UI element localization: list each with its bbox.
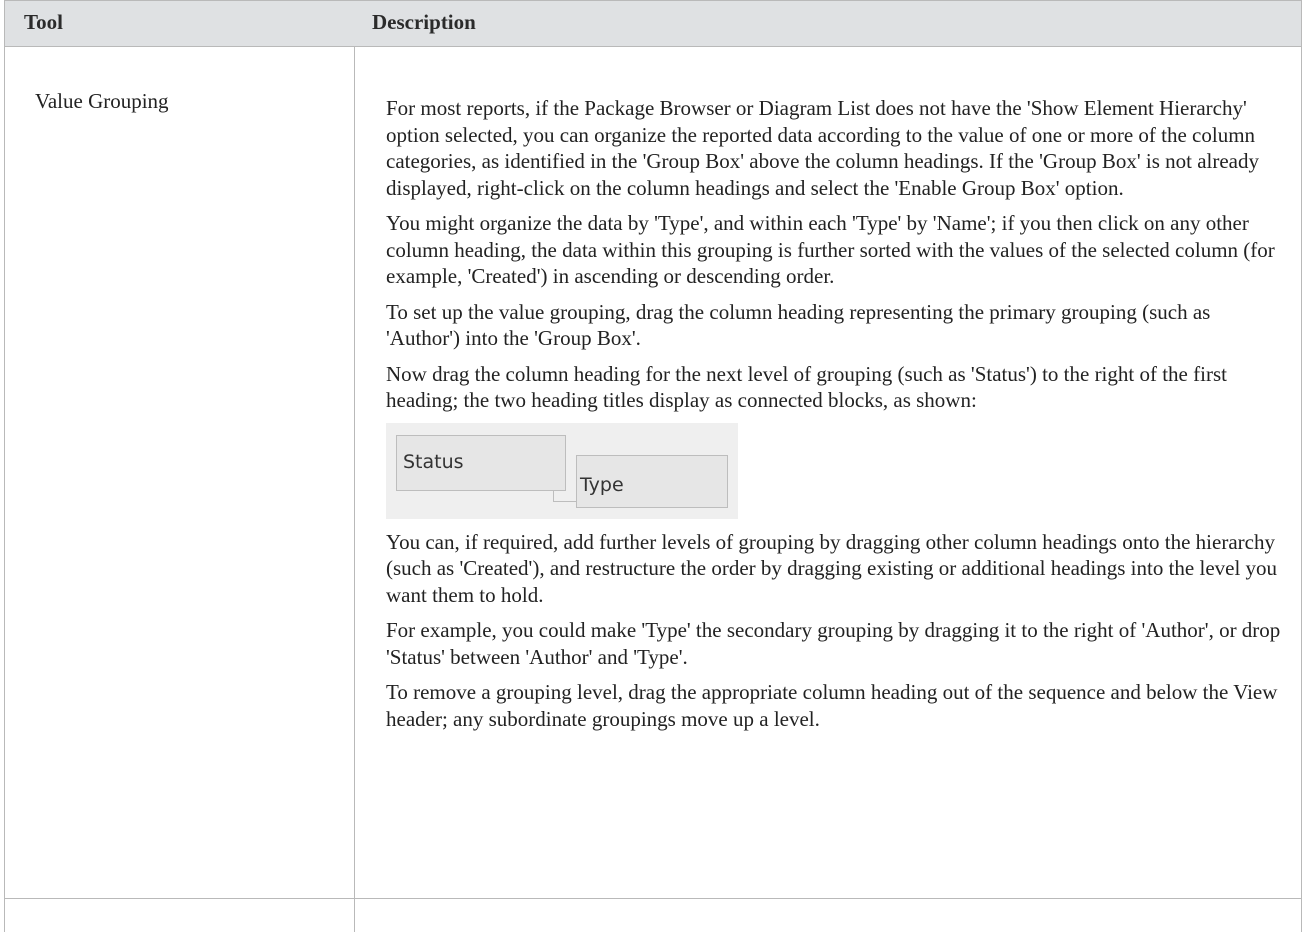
description-cell: For most reports, if the Package Browser… (386, 95, 1286, 741)
group-box-example-image: Status Type (386, 422, 738, 519)
table-header-row: Tool Description (5, 0, 1301, 47)
description-paragraph: For most reports, if the Package Browser… (386, 96, 1259, 200)
group-connector-line (553, 490, 577, 502)
description-paragraph: You might organize the data by 'Type', a… (386, 211, 1275, 288)
tool-name-value-grouping: Value Grouping (35, 89, 169, 113)
row-divider (5, 898, 1301, 899)
description-paragraph: To remove a grouping level, drag the app… (386, 680, 1278, 731)
group-block-type: Type (576, 454, 728, 508)
description-paragraph: Now drag the column heading for the next… (386, 361, 1227, 413)
tool-description-table: Tool Description Value Grouping For most… (4, 0, 1302, 932)
header-description: Description (372, 10, 476, 34)
group-block-status: Status (396, 434, 566, 491)
description-paragraph: For example, you could make 'Type' the s… (386, 618, 1281, 669)
description-paragraph: You can, if required, add further levels… (386, 529, 1278, 607)
header-tool: Tool (24, 10, 63, 34)
description-paragraph: To set up the value grouping, drag the c… (386, 299, 1211, 351)
column-divider (354, 0, 355, 932)
